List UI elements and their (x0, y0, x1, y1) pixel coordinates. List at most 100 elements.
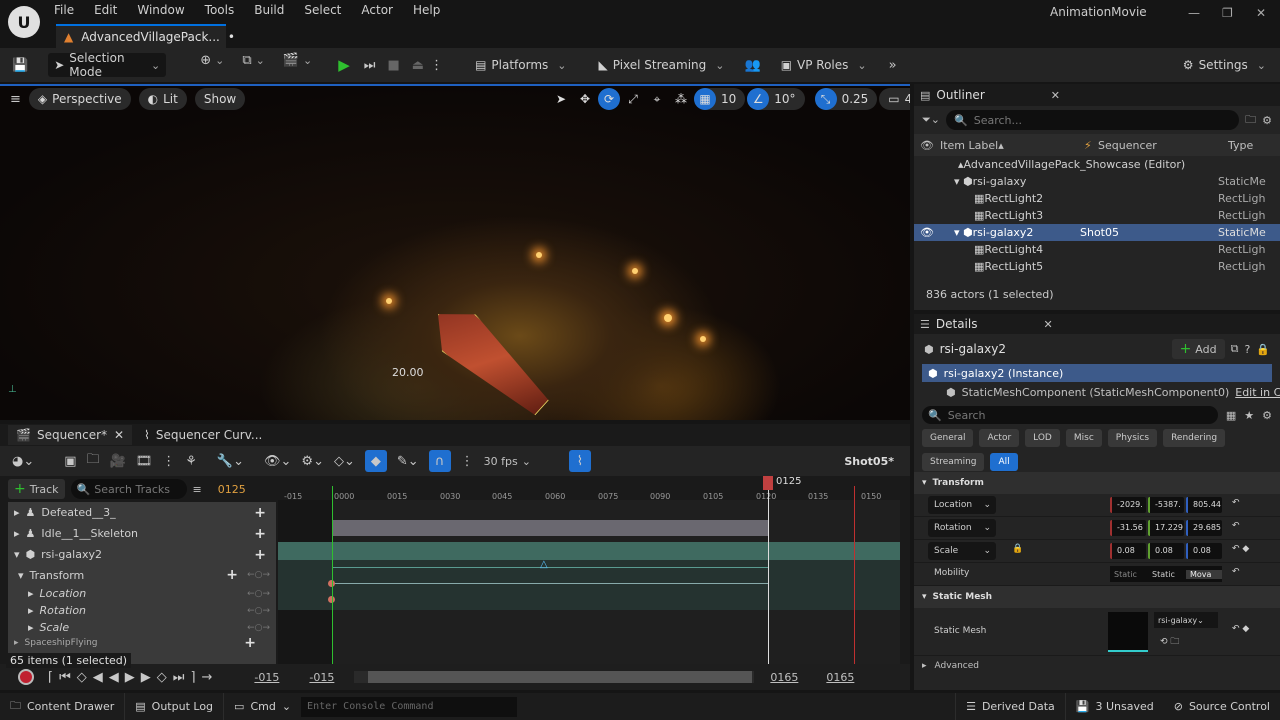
console-input[interactable]: Enter Console Command (301, 696, 518, 717)
perspective-button[interactable]: ◈ Perspective (28, 88, 131, 110)
mesh-section-bar[interactable] (332, 520, 768, 536)
snap-magnet-icon[interactable]: ∩ (428, 450, 451, 472)
add-icon[interactable]: + (254, 526, 266, 542)
rotation-snap-button[interactable]: ∠ 10° (747, 88, 805, 110)
maximize-icon[interactable]: ❐ (1222, 6, 1233, 20)
eye-icon[interactable]: 👁⌄ (264, 454, 291, 469)
filter-lod[interactable]: LOD (1025, 429, 1060, 447)
key-nav-icon[interactable]: ←○→ (247, 589, 270, 599)
working-range-start[interactable]: -015 (309, 671, 334, 684)
blueprint-icon[interactable]: ⧉ (1231, 342, 1239, 356)
reset-icon[interactable]: ↶ ◆ (1232, 544, 1249, 554)
filter-general[interactable]: General (922, 429, 974, 447)
outliner-row[interactable]: ▦ RectLight4 RectLigh (914, 241, 1280, 258)
unsaved-button[interactable]: 💾 3 Unsaved (1066, 693, 1164, 720)
hamburger-menu-icon[interactable]: ≡ (10, 92, 21, 107)
add-icon[interactable]: + (226, 567, 238, 583)
location-x[interactable]: -2029. (1110, 497, 1146, 513)
selection-mode-dropdown[interactable]: ➤ Selection Mode (48, 51, 167, 79)
playhead-handle[interactable] (763, 476, 773, 490)
visibility-icon[interactable]: 👁 (920, 139, 934, 152)
rotation-dropdown[interactable]: Rotation ⌄ (928, 519, 996, 537)
cinematics-icon[interactable]: 🎬 (277, 53, 318, 77)
blueprint-icon[interactable]: ⧉ (236, 53, 271, 77)
range-scrollbar[interactable] (354, 671, 755, 683)
level-tab[interactable]: ▲ AdvancedVillagePack... • (56, 24, 235, 48)
camera-speed-button[interactable]: ▭4 (879, 88, 910, 110)
reset-icon[interactable]: ↶ ◆ (1232, 624, 1249, 634)
surface-snap-icon[interactable]: ⁂ (670, 88, 692, 110)
column-sequencer[interactable]: Sequencer (1098, 139, 1157, 152)
world-icon[interactable]: ◕⌄ (12, 454, 34, 469)
output-log-button[interactable]: ▤ Output Log (125, 693, 225, 720)
track-row[interactable]: ▸ Scale ←○→ (8, 619, 276, 636)
world-local-icon[interactable]: ⌖ (646, 88, 668, 110)
close-outliner-icon[interactable]: ✕ (1051, 89, 1060, 102)
menu-window[interactable]: Window (137, 3, 184, 17)
vp-roles-dropdown[interactable]: ▣ VP Roles (775, 53, 873, 77)
table-view-icon[interactable]: ▦ (1226, 409, 1236, 422)
edit-in-cpp-link[interactable]: Edit in C+ (1235, 386, 1280, 399)
outliner-row[interactable]: ▾ ⬢ rsi-galaxy StaticMe (914, 173, 1280, 190)
instance-component[interactable]: ⬢ rsi-galaxy2 (Instance) (922, 364, 1272, 382)
step-icon[interactable]: ⏭ (364, 58, 376, 73)
stop-icon[interactable]: ■ (387, 58, 399, 73)
add-actor-icon[interactable]: ⊕ (194, 53, 230, 77)
help-icon[interactable]: ? (1244, 343, 1250, 356)
outliner-search-input[interactable]: 🔍 Search... (946, 110, 1240, 130)
menu-help[interactable]: Help (413, 3, 440, 17)
component-row[interactable]: ⬢ StaticMeshComponent (StaticMeshComponen… (914, 382, 1280, 402)
add-folder-icon[interactable]: 🗀 (1245, 111, 1256, 130)
playhead[interactable] (768, 476, 769, 664)
play-options-icon[interactable]: ⋮ (430, 58, 443, 73)
mobility-movable[interactable]: Mova (1186, 569, 1222, 579)
snap-options-icon[interactable]: ⋮ (461, 454, 474, 469)
add-icon[interactable]: + (254, 547, 266, 563)
track-row[interactable]: ▸ SpaceshipFlying + (8, 635, 276, 651)
actor-name[interactable]: rsi-galaxy2 (940, 342, 1006, 356)
transport-controls[interactable]: ⌈⏮◇◀◀▶▶◇⏭⌉→ (48, 670, 218, 685)
eject-icon[interactable]: ⏏ (412, 58, 424, 73)
scale-z[interactable]: 0.08 (1186, 543, 1222, 559)
derived-data-button[interactable]: ☰ Derived Data (955, 693, 1066, 720)
users-icon[interactable]: 👥 (745, 58, 761, 73)
save-icon[interactable]: 💾 (12, 58, 28, 73)
content-drawer-button[interactable]: 🗀 Content Drawer (0, 693, 126, 720)
add-track-button[interactable]: + Track (8, 479, 65, 499)
location-y[interactable]: -5387. (1148, 497, 1184, 513)
mesh-thumbnail[interactable] (1108, 612, 1148, 652)
filter-all[interactable]: All (990, 453, 1018, 471)
rotation-z[interactable]: 29.685 (1186, 520, 1222, 536)
filter-streaming[interactable]: Streaming (922, 453, 985, 471)
key-nav-icon[interactable]: ←○→ (247, 570, 270, 580)
scale-x[interactable]: 0.08 (1110, 543, 1146, 559)
pixel-streaming-dropdown[interactable]: ◣ Pixel Streaming (593, 53, 731, 77)
expand-toolbar-icon[interactable]: » (889, 58, 897, 73)
track-row[interactable]: ▾ Transform + ←○→ (8, 565, 276, 585)
minimize-icon[interactable]: — (1188, 6, 1200, 20)
menu-build[interactable]: Build (254, 3, 284, 17)
mobility-static[interactable]: Static (1110, 570, 1148, 579)
track-row[interactable]: ▸ ♟ Defeated__3_ + (8, 502, 276, 523)
rotation-x[interactable]: -31.56 (1110, 520, 1146, 536)
scrollbar-thumb[interactable] (368, 671, 753, 683)
tab-sequencer[interactable]: 🎬 Sequencer* ✕ (8, 425, 132, 445)
track-row[interactable]: ▸ Location ←○→ (8, 585, 276, 602)
filter-icon[interactable]: ≡ (193, 483, 202, 496)
menu-actor[interactable]: Actor (361, 3, 393, 17)
outliner-row[interactable]: ▦ RectLight3 RectLigh (914, 207, 1280, 224)
advanced-row[interactable]: ▸ Advanced (914, 656, 1280, 676)
menu-edit[interactable]: Edit (94, 3, 117, 17)
menu-tools[interactable]: Tools (205, 3, 235, 17)
key-nav-icon[interactable]: ←○→ (247, 623, 270, 633)
start-marker[interactable] (332, 486, 333, 664)
wrench-icon[interactable]: 🔧⌄ (217, 454, 244, 469)
filter-actor[interactable]: Actor (979, 429, 1020, 447)
menu-file[interactable]: File (54, 3, 74, 17)
lock-icon[interactable]: 🔒 (1256, 343, 1270, 356)
add-component-button[interactable]: + Add (1171, 339, 1225, 359)
grid-snap-button[interactable]: ▦ 10 (694, 88, 746, 110)
view-range-end[interactable]: 0165 (826, 671, 854, 684)
show-button[interactable]: Show (194, 88, 246, 110)
end-marker[interactable] (854, 486, 855, 664)
